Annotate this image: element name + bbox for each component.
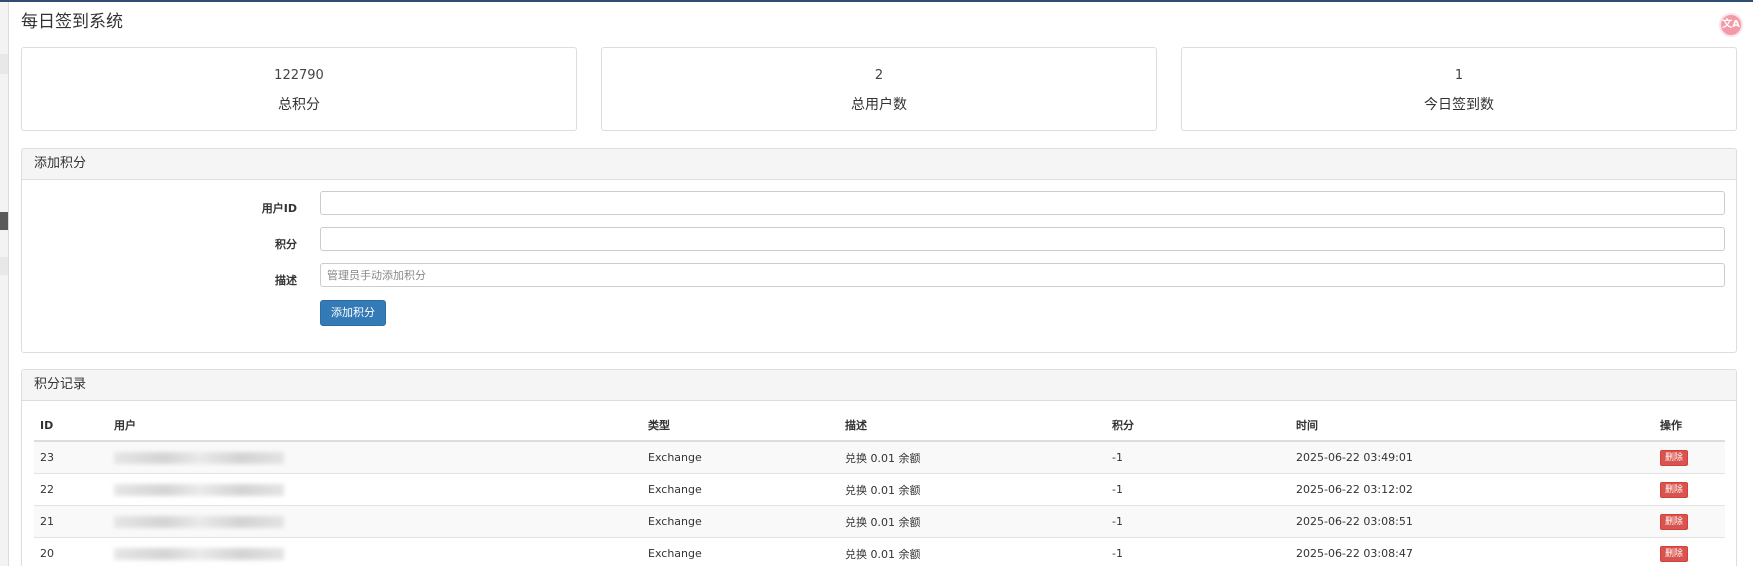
sidebar-edge-item-active[interactable]: [0, 212, 8, 230]
redacted-user: [114, 484, 284, 496]
panel-title: 添加积分: [22, 149, 1736, 180]
redacted-user: [114, 452, 284, 464]
column-header-type: 类型: [642, 410, 839, 442]
panel-title: 积分记录: [22, 370, 1736, 401]
cell-action: 删除: [1654, 537, 1725, 566]
window-top-border: [0, 0, 1753, 2]
cell-user: [108, 440, 642, 474]
left-sidebar-edge: [0, 2, 9, 566]
sidebar-edge-item[interactable]: [0, 54, 8, 74]
stat-card-total-points: 122790 总积分: [21, 47, 577, 131]
cell-type: Exchange: [642, 505, 839, 538]
stat-value: 1: [1454, 68, 1464, 83]
cell-user: [108, 473, 642, 506]
cell-user: [108, 537, 642, 566]
column-header-action: 操作: [1654, 410, 1725, 442]
description-label: 描述: [275, 274, 297, 287]
sidebar-edge-item[interactable]: [0, 257, 8, 275]
delete-button[interactable]: 删除: [1660, 545, 1688, 562]
translate-icon[interactable]: 文A: [1719, 13, 1743, 37]
table-row: 20 Exchange 兑换 0.01 余额 -1 2025-06-22 03:…: [34, 537, 1725, 566]
delete-button[interactable]: 删除: [1660, 481, 1688, 498]
stat-label: 总积分: [278, 97, 320, 113]
column-header-description: 描述: [839, 410, 1106, 442]
description-input[interactable]: [320, 263, 1725, 287]
cell-points: -1: [1106, 505, 1290, 538]
user-id-input[interactable]: [320, 191, 1725, 215]
points-input[interactable]: [320, 227, 1725, 251]
cell-id: 21: [34, 505, 108, 538]
cell-id: 23: [34, 440, 108, 474]
add-points-button[interactable]: 添加积分: [320, 300, 386, 326]
column-header-id: ID: [34, 410, 108, 442]
cell-action: 删除: [1654, 473, 1725, 506]
table-row: 21 Exchange 兑换 0.01 余额 -1 2025-06-22 03:…: [34, 505, 1725, 538]
table-row: 23 Exchange 兑换 0.01 余额 -1 2025-06-22 03:…: [34, 440, 1725, 474]
cell-time: 2025-06-22 03:08:47: [1290, 537, 1654, 566]
cell-id: 20: [34, 537, 108, 566]
delete-button[interactable]: 删除: [1660, 449, 1688, 466]
cell-user: [108, 505, 642, 538]
cell-action: 删除: [1654, 440, 1725, 474]
points-label: 积分: [275, 238, 297, 251]
redacted-user: [114, 516, 284, 528]
cell-id: 22: [34, 473, 108, 506]
stat-value: 2: [874, 68, 884, 83]
stat-label: 今日签到数: [1424, 97, 1494, 113]
cell-description: 兑换 0.01 余额: [839, 505, 1106, 538]
cell-type: Exchange: [642, 440, 839, 474]
stat-card-today-checkins: 1 今日签到数: [1181, 47, 1737, 131]
stat-value: 122790: [274, 68, 324, 83]
points-log-table: ID 用户 类型 描述 积分 时间 操作 23 Exchange 兑换 0.01…: [34, 410, 1725, 566]
table-header-row: ID 用户 类型 描述 积分 时间 操作: [34, 410, 1725, 442]
cell-time: 2025-06-22 03:49:01: [1290, 440, 1654, 474]
table-row: 22 Exchange 兑换 0.01 余额 -1 2025-06-22 03:…: [34, 473, 1725, 506]
page-title: 每日签到系统: [21, 12, 123, 32]
cell-points: -1: [1106, 537, 1290, 566]
cell-description: 兑换 0.01 余额: [839, 537, 1106, 566]
cell-description: 兑换 0.01 余额: [839, 473, 1106, 506]
column-header-time: 时间: [1290, 410, 1654, 442]
cell-points: -1: [1106, 473, 1290, 506]
cell-points: -1: [1106, 440, 1290, 474]
column-header-user: 用户: [108, 410, 642, 442]
stat-card-total-users: 2 总用户数: [601, 47, 1157, 131]
delete-button[interactable]: 删除: [1660, 513, 1688, 530]
points-log-panel: 积分记录 ID 用户 类型 描述 积分 时间 操作 23 Exchange 兑换…: [21, 369, 1737, 566]
column-header-points: 积分: [1106, 410, 1290, 442]
cell-type: Exchange: [642, 473, 839, 506]
stat-label: 总用户数: [851, 97, 907, 113]
cell-type: Exchange: [642, 537, 839, 566]
cell-time: 2025-06-22 03:08:51: [1290, 505, 1654, 538]
cell-description: 兑换 0.01 余额: [839, 440, 1106, 474]
user-id-label: 用户ID: [261, 202, 297, 215]
cell-time: 2025-06-22 03:12:02: [1290, 473, 1654, 506]
redacted-user: [114, 548, 284, 560]
cell-action: 删除: [1654, 505, 1725, 538]
add-points-panel: 添加积分 用户ID 积分 描述 添加积分: [21, 148, 1737, 353]
